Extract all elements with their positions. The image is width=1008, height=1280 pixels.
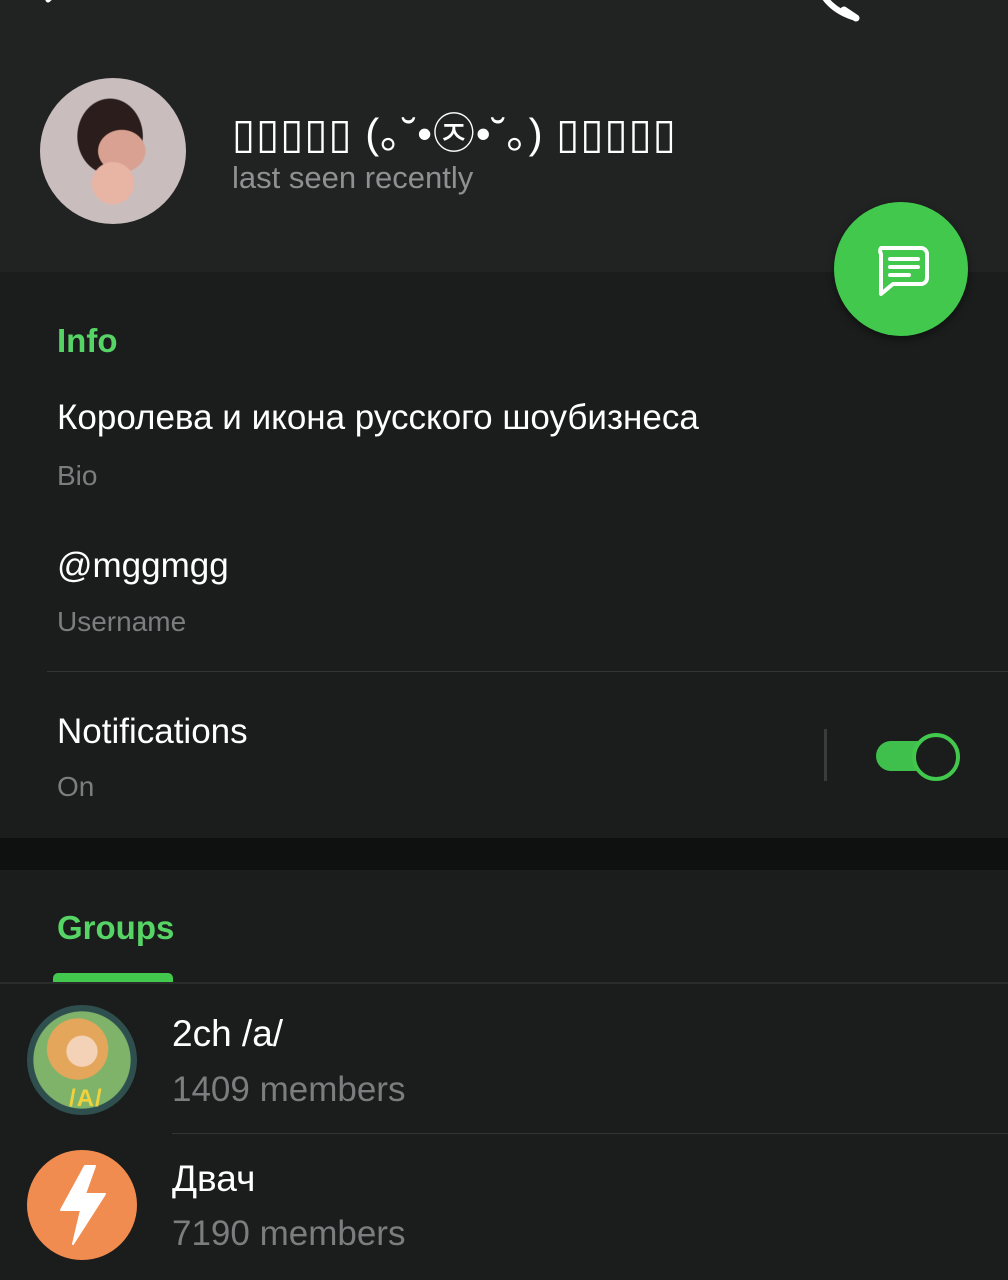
profile-name: ▯▯▯▯▯ (｡˘•㉨•˘｡) ▯▯▯▯▯: [232, 110, 677, 157]
send-message-button[interactable]: [834, 202, 968, 336]
group-avatar-2ch-a[interactable]: /A/: [27, 1005, 137, 1115]
profile-page: ▯▯▯▯▯ (｡˘•㉨•˘｡) ▯▯▯▯▯ last seen recently…: [0, 0, 1008, 1280]
tab-groups[interactable]: Groups: [57, 909, 174, 947]
toggle-separator: [824, 729, 827, 781]
profile-avatar[interactable]: [40, 78, 186, 224]
list-divider: [172, 1133, 1008, 1134]
notifications-label[interactable]: Notifications: [57, 712, 248, 752]
lightning-bolt-icon: [60, 1165, 106, 1245]
section-separator: [0, 838, 1008, 870]
last-seen-status: last seen recently: [232, 160, 474, 195]
notifications-toggle[interactable]: [876, 733, 960, 781]
tabs-divider: [0, 982, 1008, 984]
username-label: Username: [57, 606, 187, 637]
toggle-thumb: [912, 733, 960, 781]
message-icon: [878, 246, 929, 296]
notifications-status: On: [57, 771, 95, 802]
bio-text[interactable]: Королева и икона русского шоубизнеса: [57, 398, 699, 438]
group-name-2ch-a[interactable]: 2ch /a/: [172, 1013, 283, 1055]
info-section-title: Info: [57, 322, 118, 359]
active-tab-indicator: [53, 973, 173, 982]
back-arrow-icon[interactable]: [36, 0, 96, 22]
group-avatar-dvach[interactable]: [27, 1150, 137, 1260]
username-text[interactable]: @mggmgg: [57, 546, 229, 586]
group-members-dvach: 7190 members: [172, 1214, 406, 1253]
group-members-2ch-a: 1409 members: [172, 1070, 406, 1109]
group-name-dvach[interactable]: Двач: [172, 1158, 255, 1200]
more-options-icon[interactable]: [930, 0, 970, 22]
info-divider: [47, 671, 1008, 672]
avatar-badge: /A/: [69, 1085, 103, 1112]
phone-call-icon[interactable]: [812, 0, 866, 22]
bio-label: Bio: [57, 460, 98, 491]
